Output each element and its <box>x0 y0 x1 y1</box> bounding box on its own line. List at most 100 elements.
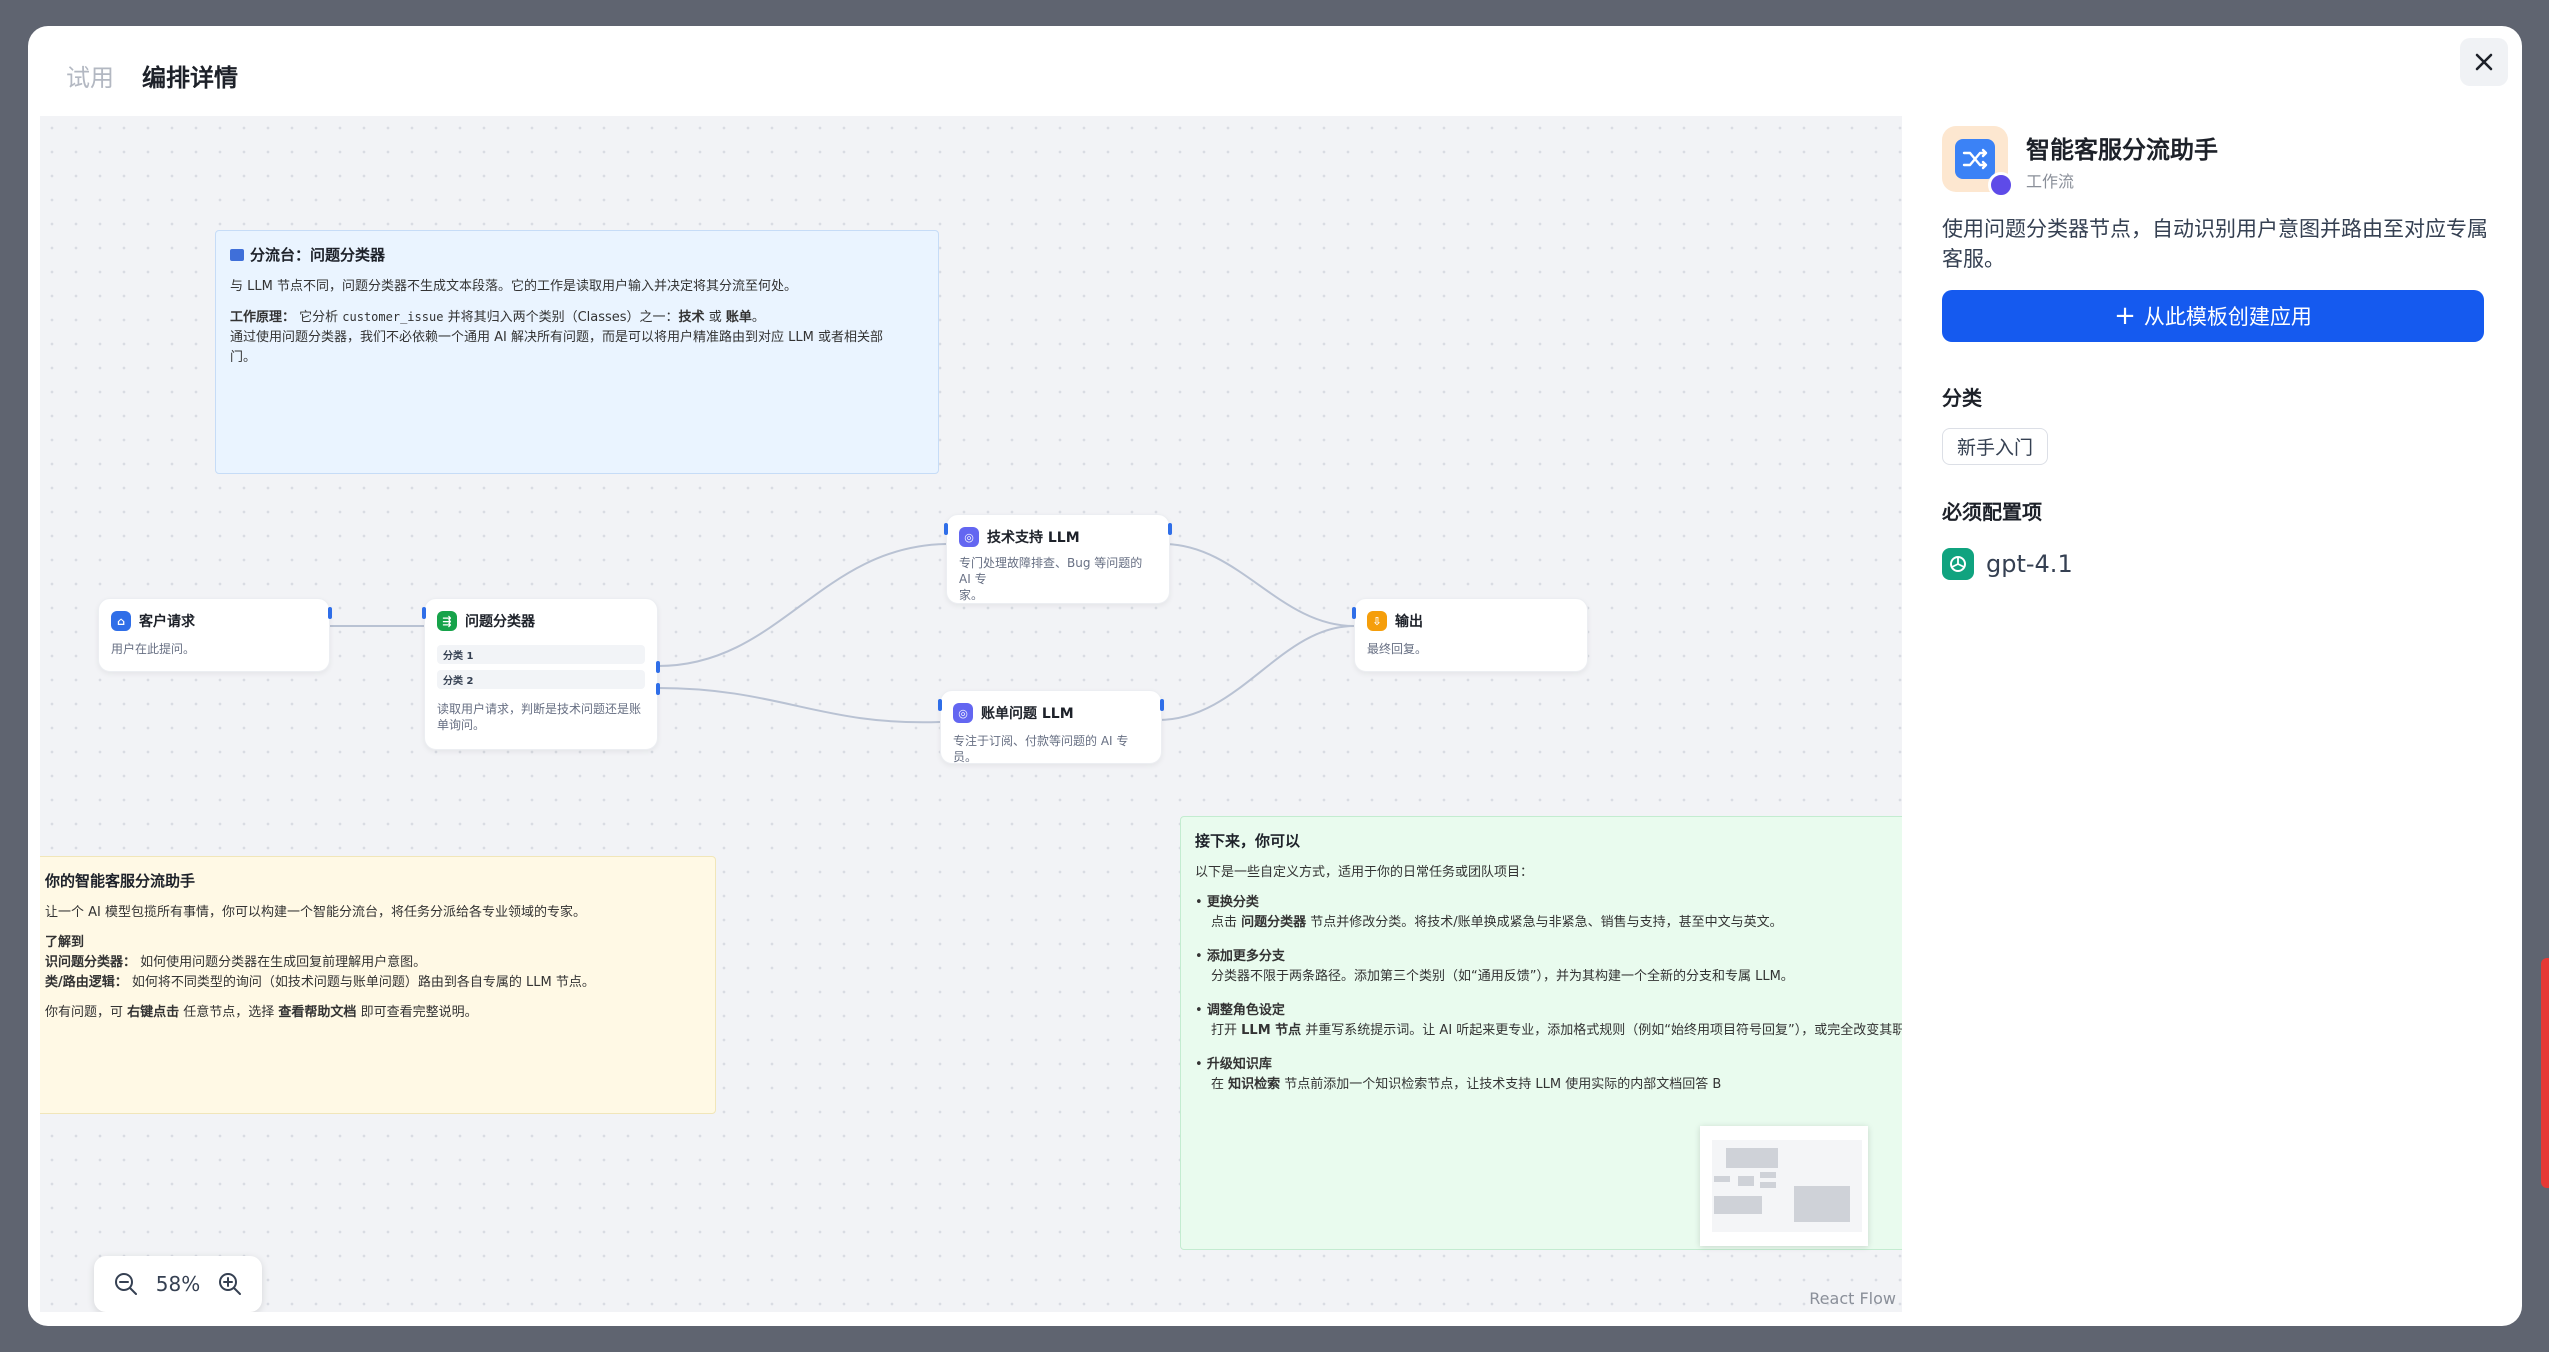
note-bold: 技术 <box>678 310 705 325</box>
next-step-item: • 调整角色设定 打开 LLM 节点 并重写系统提示词。让 AI 听起来更专业，… <box>1195 1001 1902 1041</box>
side-handle[interactable] <box>2541 958 2549 1188</box>
note-text: 如何将不同类型的询问（如技术问题与账单问题）路由到各自专属的 LLM 节点。 <box>127 975 595 990</box>
note-text: 打开 <box>1211 1023 1242 1038</box>
next-step-item: • 升级知识库 在 知识检索 节点前添加一个知识检索节点，让技术支持 LLM 使… <box>1195 1057 1722 1092</box>
target-handle[interactable] <box>938 699 942 711</box>
node-title: 账单问题 LLM <box>981 706 1074 722</box>
workflow-canvas[interactable]: 分流台：问题分类器 与 LLM 节点不同，问题分类器不生成文本段落。它的工作是读… <box>40 116 1902 1312</box>
note-list: 了解到 识问题分类器： 如何使用问题分类器在生成回复前理解用户意图。 类/路由逻… <box>45 933 701 1023</box>
next-step-item: • 添加更多分支 分类器不限于两条路径。添加第三个类别（如“通用反馈”），并为其… <box>1195 949 1794 984</box>
llm-icon: ◎ <box>959 527 979 547</box>
node-desc: 用户在此提问。 <box>111 642 196 656</box>
note-text: 它分析 <box>295 310 343 325</box>
node-question-classifier[interactable]: ⇶ 问题分类器 分类 1 分类 2 读取用户请求，判断是技术问题还是账 单询问。 <box>422 598 660 750</box>
note-classifier-intro[interactable]: 分流台：问题分类器 与 LLM 节点不同，问题分类器不生成文本段落。它的工作是读… <box>215 230 939 474</box>
create-from-template-button[interactable]: + 从此模板创建应用 <box>1942 290 2484 342</box>
note-bold: 识问题分类器： <box>45 955 137 970</box>
source-handle[interactable] <box>328 607 332 619</box>
note-title: 分流台：问题分类器 <box>250 246 386 264</box>
note-text: 点击 <box>1211 915 1242 930</box>
node-desc: 读取用户请求，判断是技术问题还是账 <box>437 702 642 716</box>
zoom-level: 58% <box>155 1272 201 1296</box>
note-bold: 账单 <box>725 310 752 325</box>
template-info-panel: 智能客服分流助手 工作流 使用问题分类器节点，自动识别用户意图并路由至对应专属客… <box>1942 26 2522 1326</box>
workflow-badge-icon <box>1988 172 2014 198</box>
create-button-label: 从此模板创建应用 <box>2143 305 2312 329</box>
required-model: gpt-4.1 <box>1942 548 2073 580</box>
source-handle[interactable] <box>1168 523 1172 535</box>
zoom-out-icon[interactable] <box>113 1271 139 1297</box>
node-desc: 专门处理故障排查、Bug 等问题的 AI 专 <box>959 556 1143 586</box>
node-desc: 单询问。 <box>437 718 486 732</box>
minimap-preview <box>1712 1140 1862 1232</box>
node-desc: 家。 <box>959 588 984 602</box>
output-icon: ⇩ <box>1367 611 1387 631</box>
zoom-in-icon[interactable] <box>217 1271 243 1297</box>
note-text: 并重写系统提示词。让 AI 听起来更专业，添加格式规则（例如“始终用项目符号回复… <box>1301 1023 1902 1038</box>
note-text: 分类器不限于两条路径。添加第三个类别（如“通用反馈”），并为其构建一个全新的分支… <box>1211 969 1794 984</box>
edge-bill-output <box>1157 625 1355 721</box>
note-text: 并将其归入两个类别（Classes）之一： <box>443 310 679 325</box>
note-text: 。 <box>751 310 765 325</box>
template-detail-modal: 试用 编排详情 分流台：问题分类器 与 LLM 节点不同，问题分类器不生成文本段… <box>28 26 2522 1326</box>
react-flow-attribution[interactable]: React Flow <box>1809 1289 1896 1308</box>
openai-icon <box>1942 548 1974 580</box>
note-bold: 类/路由逻辑： <box>45 975 128 990</box>
note-text: 你有问题，可 <box>45 1005 128 1020</box>
app-name: 智能客服分流助手 <box>2026 136 2218 164</box>
note-text: 如何使用问题分类器在生成回复前理解用户意图。 <box>136 955 427 970</box>
note-bold: 知识检索 <box>1228 1077 1281 1092</box>
node-desc: 专注于订阅、付款等问题的 AI 专员。 <box>953 734 1129 764</box>
node-output[interactable]: ⇩ 输出 最终回复。 <box>1352 598 1588 672</box>
model-name: gpt-4.1 <box>1986 550 2073 578</box>
edge-classifier-tech <box>657 543 947 667</box>
note-text: 门。 <box>230 350 257 365</box>
required-config-title: 必须配置项 <box>1942 500 2042 524</box>
note-title: 接下来，你可以 <box>1195 832 1301 850</box>
classifier-icon: ⇶ <box>437 611 457 631</box>
target-handle[interactable] <box>1352 607 1356 619</box>
app-type: 工作流 <box>2026 172 2075 191</box>
llm-icon: ◎ <box>953 703 973 723</box>
node-desc: 最终回复。 <box>1367 642 1428 656</box>
note-bold: 问题分类器 <box>1241 915 1307 930</box>
plus-icon: + <box>2114 301 2136 331</box>
note-assistant-intro[interactable]: 你的智能客服分流助手 让一个 AI 模型包揽所有事情，你可以构建一个智能分流台，… <box>40 856 716 1114</box>
edge-tech-output <box>1165 543 1355 627</box>
target-handle[interactable] <box>944 523 948 535</box>
note-bold: 升级知识库 <box>1206 1057 1272 1072</box>
app-description: 使用问题分类器节点，自动识别用户意图并路由至对应专属客服。 <box>1942 217 2488 271</box>
zoom-controls: 58% <box>94 1256 262 1312</box>
target-handle[interactable] <box>422 607 426 619</box>
minimap[interactable] <box>1700 1126 1868 1246</box>
note-text: 以下是一些自定义方式，适用于你的日常任务或团队项目： <box>1195 865 1534 880</box>
node-title: 输出 <box>1395 614 1423 630</box>
next-step-item: • 更换分类 点击 问题分类器 节点并修改分类。将技术/账单换成紧急与非紧急、销… <box>1195 895 1783 930</box>
shuffle-icon <box>1955 139 1995 179</box>
note-paragraph: 工作原理： 它分析 customer_issue 并将其归入两个类别（Class… <box>230 307 924 328</box>
source-handle[interactable] <box>1160 699 1164 711</box>
note-label: 工作原理： <box>230 310 296 325</box>
flag-icon <box>230 249 244 261</box>
node-customer-request[interactable]: ⌂ 客户请求 用户在此提问。 <box>98 598 332 672</box>
note-text: 或 <box>704 310 726 325</box>
note-bold: 右键点击 <box>127 1005 180 1020</box>
node-tech-support-llm[interactable]: ◎ 技术支持 LLM 专门处理故障排查、Bug 等问题的 AI 专 家。 <box>944 514 1172 604</box>
source-handle-class-2[interactable] <box>656 683 660 695</box>
category-title: 分类 <box>1942 386 1982 410</box>
node-billing-llm[interactable]: ◎ 账单问题 LLM 专注于订阅、付款等问题的 AI 专员。 <box>938 690 1164 764</box>
app-icon <box>1942 126 2014 198</box>
note-text: 节点并修改分类。将技术/账单换成紧急与非紧急、销售与支持，甚至中文与英文。 <box>1306 915 1783 930</box>
note-text: 任意节点，选择 <box>179 1005 279 1020</box>
note-bold: 更换分类 <box>1206 895 1259 910</box>
node-title: 问题分类器 <box>465 614 535 630</box>
note-text: 在 <box>1211 1077 1229 1092</box>
note-bold: 调整角色设定 <box>1206 1003 1285 1018</box>
node-title: 技术支持 LLM <box>987 530 1080 546</box>
note-text: 让一个 AI 模型包揽所有事情，你可以构建一个智能分流台，将任务分派给各专业领域… <box>45 905 586 920</box>
source-handle-class-1[interactable] <box>656 661 660 673</box>
code-text: customer_issue <box>342 310 444 324</box>
home-icon: ⌂ <box>111 611 131 631</box>
note-bold: LLM 节点 <box>1241 1023 1302 1038</box>
note-text: 与 LLM 节点不同，问题分类器不生成文本段落。它的工作是读取用户输入并决定将其… <box>230 279 797 294</box>
